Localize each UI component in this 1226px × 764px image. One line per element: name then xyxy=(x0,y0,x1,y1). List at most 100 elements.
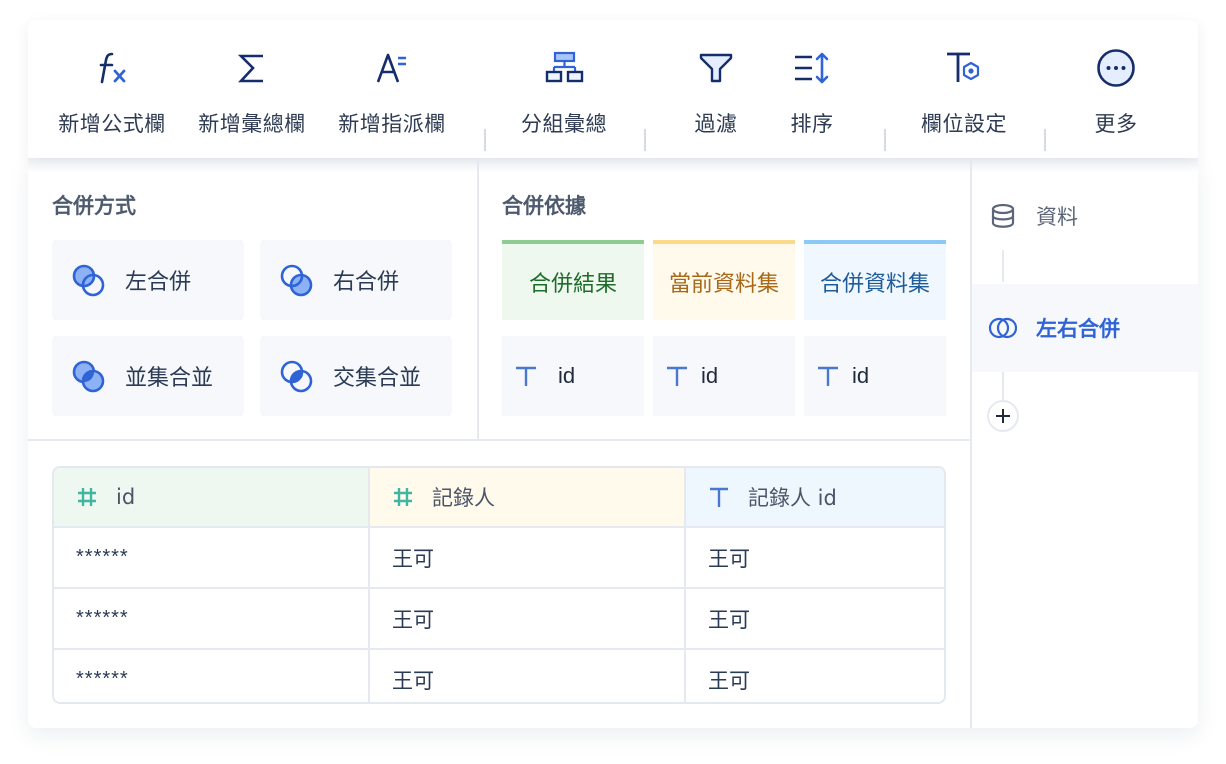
merged-result-header: 合併結果 xyxy=(502,240,644,320)
toolbar-separator xyxy=(1044,129,1046,151)
top-shadow xyxy=(28,158,1198,172)
group-hierarchy-icon xyxy=(544,48,584,88)
number-type-icon xyxy=(394,488,412,506)
text-type-icon xyxy=(818,366,838,386)
join-circles-icon xyxy=(988,317,1018,339)
key-field-label: id xyxy=(558,363,576,388)
add-assign-column-button[interactable]: 新增指派欄 xyxy=(332,20,452,158)
intersect-join-icon xyxy=(280,360,313,393)
assign-column-icon xyxy=(372,48,412,88)
add-formula-column-label: 新增公式欄 xyxy=(58,112,166,136)
filter-label: 過濾 xyxy=(694,112,738,136)
flow-connector xyxy=(1002,372,1004,400)
table-cell: 王可 xyxy=(686,589,944,648)
more-button[interactable]: 更多 xyxy=(1076,20,1156,158)
table-cell: 王可 xyxy=(686,650,944,702)
cell-value: ****** xyxy=(76,607,129,629)
union-join-label: 並集合並 xyxy=(125,366,214,391)
union-join-icon xyxy=(72,360,105,393)
group-summary-button[interactable]: 分組彙總 xyxy=(504,20,624,158)
preview-table: id 記錄人 記錄人 id ****** 王可 王可 ****** 王可 王可 … xyxy=(52,466,946,704)
table-cell: 王可 xyxy=(370,589,686,648)
toolbar-separator xyxy=(884,129,886,151)
field-settings-icon xyxy=(944,48,984,88)
left-join-label: 左合併 xyxy=(125,270,192,295)
table-cell: ****** xyxy=(54,589,370,648)
table-row: ****** 王可 王可 xyxy=(54,650,944,702)
table-row: ****** 王可 王可 xyxy=(54,528,944,589)
sigma-sum-icon xyxy=(232,48,272,88)
cell-value: 王可 xyxy=(708,607,750,632)
key-field-label: id xyxy=(701,363,719,388)
cell-value: 王可 xyxy=(392,607,434,632)
cell-value: 王可 xyxy=(392,546,434,571)
join-basis-title: 合併依據 xyxy=(502,194,586,218)
column-header-recorder-id[interactable]: 記錄人 id xyxy=(686,468,944,526)
join-config-panel: 合併方式 左合併 右合併 並集合並 交集合並 合併依據 合併結果 當前資料集 合… xyxy=(28,158,1198,728)
left-join-option[interactable]: 左合併 xyxy=(52,240,244,320)
right-join-icon xyxy=(280,264,313,297)
current-dataset-header: 當前資料集 xyxy=(653,240,795,320)
table-row: ****** 王可 王可 xyxy=(54,589,944,650)
add-summary-column-label: 新增彙總欄 xyxy=(198,112,306,136)
table-cell: 王可 xyxy=(370,528,686,587)
filter-button[interactable]: 過濾 xyxy=(676,20,756,158)
cell-value: 王可 xyxy=(708,668,750,693)
text-type-icon xyxy=(710,487,728,507)
right-join-label: 右合併 xyxy=(333,270,400,295)
table-cell: ****** xyxy=(54,528,370,587)
merged-result-key-field[interactable]: id xyxy=(502,336,644,416)
current-dataset-key-field[interactable]: id xyxy=(653,336,795,416)
more-ellipsis-icon xyxy=(1096,48,1136,88)
number-type-icon xyxy=(78,488,96,506)
right-join-option[interactable]: 右合併 xyxy=(260,240,452,320)
key-field-label: id xyxy=(852,363,870,388)
function-fx-icon xyxy=(92,48,132,88)
toolbar-separator xyxy=(644,129,646,151)
flow-step-data[interactable]: 資料 xyxy=(972,188,1198,244)
sort-icon xyxy=(792,48,832,88)
cell-value: ****** xyxy=(76,546,129,568)
union-join-option[interactable]: 並集合並 xyxy=(52,336,244,416)
group-summary-label: 分組彙總 xyxy=(521,112,607,136)
merge-dataset-header: 合併資料集 xyxy=(804,240,946,320)
text-type-icon xyxy=(667,366,687,386)
database-icon xyxy=(991,203,1015,228)
column-header-recorder[interactable]: 記錄人 xyxy=(370,468,686,526)
sort-button[interactable]: 排序 xyxy=(772,20,852,158)
add-formula-column-button[interactable]: 新增公式欄 xyxy=(52,20,172,158)
add-assign-column-label: 新增指派欄 xyxy=(338,112,446,136)
text-type-icon xyxy=(516,366,536,386)
join-method-title: 合併方式 xyxy=(52,194,136,218)
more-label: 更多 xyxy=(1094,112,1138,136)
plus-icon xyxy=(996,409,1010,423)
table-cell: ****** xyxy=(54,650,370,702)
add-step-button[interactable] xyxy=(987,400,1019,432)
column-header-label: 記錄人 id xyxy=(748,486,837,510)
table-cell: 王可 xyxy=(370,650,686,702)
cell-value: ****** xyxy=(76,668,129,690)
intersect-join-option[interactable]: 交集合並 xyxy=(260,336,452,416)
flow-step-label: 資料 xyxy=(1036,205,1078,229)
field-settings-label: 欄位設定 xyxy=(921,112,1007,136)
section-divider xyxy=(477,158,479,440)
merge-dataset-key-field[interactable]: id xyxy=(804,336,946,416)
column-header-id[interactable]: id xyxy=(54,468,370,526)
add-summary-column-button[interactable]: 新增彙總欄 xyxy=(192,20,312,158)
flow-step-label: 左右合併 xyxy=(1036,317,1120,341)
intersect-join-label: 交集合並 xyxy=(333,366,422,391)
table-header-row: id 記錄人 記錄人 id xyxy=(54,468,944,528)
toolbar: 新增公式欄 新增彙總欄 新增指派欄 分組彙總 過濾 排序 欄位設定 更多 xyxy=(28,20,1198,158)
field-settings-button[interactable]: 欄位設定 xyxy=(904,20,1024,158)
flow-step-join[interactable]: 左右合併 xyxy=(972,284,1198,372)
filter-funnel-icon xyxy=(696,48,736,88)
left-join-icon xyxy=(72,264,105,297)
sort-label: 排序 xyxy=(790,112,834,136)
flow-connector xyxy=(1002,250,1004,282)
cell-value: 王可 xyxy=(392,668,434,693)
toolbar-separator xyxy=(484,129,486,151)
column-header-label: id xyxy=(116,485,136,509)
column-header-label: 記錄人 xyxy=(432,486,495,510)
section-divider-horizontal xyxy=(28,439,971,441)
cell-value: 王可 xyxy=(708,546,750,571)
